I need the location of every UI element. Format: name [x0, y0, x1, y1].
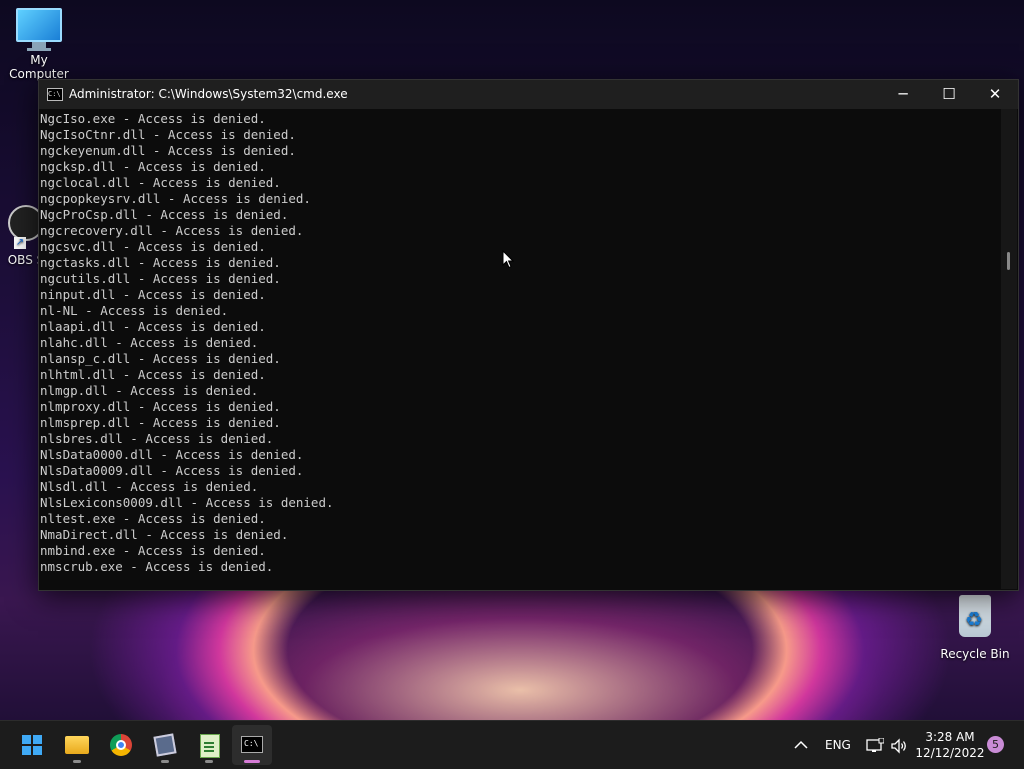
console-line: nlaapi.dll - Access is denied. [40, 319, 266, 334]
terminal-icon: C:\ [241, 736, 263, 753]
file-explorer-icon [65, 736, 89, 754]
console-line: nlmgp.dll - Access is denied. [40, 383, 259, 398]
console-line: ngctasks.dll - Access is denied. [40, 255, 281, 270]
console-line: NmaDirect.dll - Access is denied. [40, 527, 289, 542]
scrollbar-thumb[interactable] [1007, 252, 1010, 270]
taskbar-terminal[interactable]: C:\ [232, 725, 272, 765]
desktop-icon-recycle-bin[interactable]: ♻ Recycle Bin [938, 595, 1012, 661]
chrome-icon [110, 734, 132, 756]
taskbar-notepad[interactable] [189, 725, 229, 765]
show-hidden-icons-button[interactable] [794, 721, 808, 769]
console-line: ngcutils.dll - Access is denied. [40, 271, 281, 286]
close-button[interactable]: ✕ [972, 80, 1018, 109]
notification-badge[interactable]: 5 [987, 736, 1004, 753]
console-line: nlmsprep.dll - Access is denied. [40, 415, 281, 430]
volume-icon[interactable] [890, 721, 908, 769]
vertical-scrollbar[interactable] [1001, 109, 1017, 589]
taskbar-chrome[interactable] [101, 725, 141, 765]
console-line: ngclocal.dll - Access is denied. [40, 175, 281, 190]
start-button[interactable] [12, 725, 52, 765]
maximize-button[interactable]: ☐ [926, 80, 972, 109]
console-line: ngcpopkeysrv.dll - Access is denied. [40, 191, 311, 206]
console-line: NlsLexicons0009.dll - Access is denied. [40, 495, 334, 510]
console-line: nlmproxy.dll - Access is denied. [40, 399, 281, 414]
shortcut-arrow-icon: ↗ [14, 237, 26, 249]
desktop-icon-my-computer[interactable]: My Computer [0, 8, 78, 81]
console-line: ninput.dll - Access is denied. [40, 287, 266, 302]
clock-date: 12/12/2022 [915, 746, 985, 760]
console-line: NlsData0000.dll - Access is denied. [40, 447, 304, 462]
network-icon[interactable] [866, 721, 885, 769]
console-line: nlansp_c.dll - Access is denied. [40, 351, 281, 366]
chevron-up-icon [794, 740, 808, 749]
notepad-icon [200, 734, 220, 758]
console-line: ngckeyenum.dll - Access is denied. [40, 143, 296, 158]
console-line: NlsData0009.dll - Access is denied. [40, 463, 304, 478]
taskbar-clock[interactable]: 3:28 AM 12/12/2022 [915, 729, 985, 761]
mouse-pointer-icon [502, 250, 514, 269]
console-output[interactable]: NgcIso.exe - Access is denied. NgcIsoCtn… [40, 111, 995, 587]
clock-time: 3:28 AM [925, 730, 975, 744]
console-line: nmbind.exe - Access is denied. [40, 543, 266, 558]
language-indicator[interactable]: ENG [825, 721, 851, 769]
monitor-icon [16, 8, 62, 42]
console-line: ngcrecovery.dll - Access is denied. [40, 223, 304, 238]
taskbar-file-explorer[interactable] [57, 725, 97, 765]
console-line: nmscrub.exe - Access is denied. [40, 559, 274, 574]
window-title: Administrator: C:\Windows\System32\cmd.e… [69, 87, 348, 101]
console-line: nltest.exe - Access is denied. [40, 511, 266, 526]
minimize-button[interactable]: ─ [880, 80, 926, 109]
start-icon [22, 735, 42, 755]
console-line: nlahc.dll - Access is denied. [40, 335, 259, 350]
taskbar-video-editor[interactable] [145, 725, 185, 765]
cmd-window[interactable]: C:\ Administrator: C:\Windows\System32\c… [38, 79, 1019, 591]
console-line: NgcIsoCtnr.dll - Access is denied. [40, 127, 296, 142]
console-line: ngcsvc.dll - Access is denied. [40, 239, 266, 254]
cmd-icon: C:\ [47, 88, 63, 101]
console-line: nlhtml.dll - Access is denied. [40, 367, 266, 382]
title-bar[interactable]: C:\ Administrator: C:\Windows\System32\c… [39, 80, 1018, 109]
console-line: NgcIso.exe - Access is denied. [40, 111, 266, 126]
desktop-icon-label: Recycle Bin [940, 647, 1010, 661]
console-line: nlsbres.dll - Access is denied. [40, 431, 274, 446]
console-line: Nlsdl.dll - Access is denied. [40, 479, 259, 494]
video-editor-icon [153, 733, 177, 757]
console-line: nl-NL - Access is denied. [40, 303, 229, 318]
taskbar: C:\ ENG 3:28 AM 12/12/2022 [0, 720, 1024, 769]
recycle-bin-icon: ♻ [959, 595, 991, 637]
desktop-icon-label: My Computer [9, 53, 69, 81]
console-line: NgcProCsp.dll - Access is denied. [40, 207, 289, 222]
console-line: ngcksp.dll - Access is denied. [40, 159, 266, 174]
